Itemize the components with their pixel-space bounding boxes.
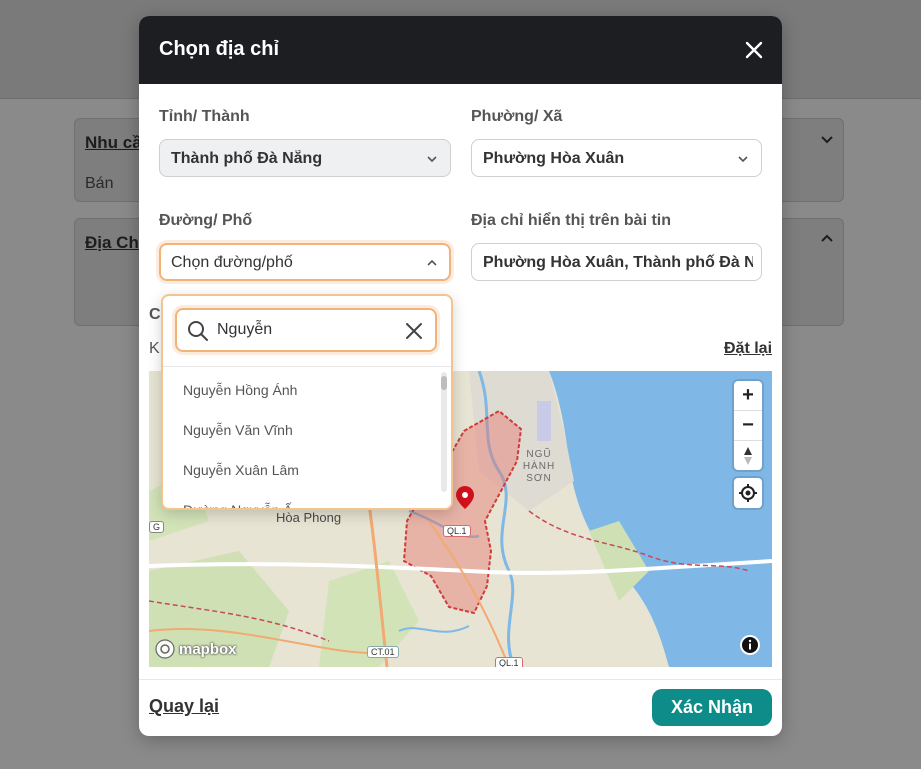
street-option[interactable]: Nguyễn Xuân Lâm <box>183 462 299 478</box>
card-subtitle-needs: Bán <box>85 175 114 192</box>
chevron-up-icon <box>427 259 437 266</box>
ward-value: Phường Hòa Xuân <box>483 150 625 167</box>
province-label: Tỉnh/ Thành <box>159 108 250 125</box>
clear-icon[interactable] <box>405 322 423 340</box>
coordinates-sublabel: K <box>149 340 160 357</box>
crosshair-icon <box>739 484 757 502</box>
modal-title: Chọn địa chỉ <box>159 38 279 60</box>
display-address-input[interactable]: Phường Hòa Xuân, Thành phố Đà Nẵ <box>471 243 762 281</box>
street-search-input[interactable]: Nguyễn <box>175 308 437 352</box>
modal-header: Chọn địa chỉ <box>139 16 782 84</box>
urban-block <box>537 401 551 441</box>
compass-icon <box>744 447 752 465</box>
street-dropdown: Nguyễn Nguyễn Hồng Ánh Nguyễn Văn Vĩnh N… <box>161 294 453 510</box>
card-title-address: Địa Ch <box>85 233 139 252</box>
search-value: Nguyễn <box>217 321 273 338</box>
ward-label: Phường/ Xã <box>471 108 563 125</box>
geolocate-button[interactable] <box>734 478 762 507</box>
zoom-in-button[interactable]: + <box>734 381 762 410</box>
info-icon[interactable] <box>739 634 761 656</box>
map-road-label: QL.1 <box>495 657 523 667</box>
chevron-up-icon <box>821 234 833 242</box>
map-road-label: QL.1 <box>443 525 471 537</box>
display-address-value: Phường Hòa Xuân, Thành phố Đà Nẵ <box>483 254 753 271</box>
coordinates-label: C <box>149 306 161 323</box>
ward-select[interactable]: Phường Hòa Xuân <box>471 139 762 177</box>
street-option[interactable]: Nguyễn Văn Vĩnh <box>183 422 293 438</box>
map-label-area: NGŨ HÀNH SƠN <box>522 449 556 484</box>
chevron-down-icon <box>427 156 437 163</box>
zoom-out-button[interactable]: − <box>734 410 762 440</box>
street-label: Đường/ Phố <box>159 212 253 229</box>
close-icon[interactable] <box>742 38 766 62</box>
street-select[interactable]: Chọn đường/phố <box>159 243 451 281</box>
mapbox-icon <box>155 639 175 659</box>
mapbox-text: mapbox <box>179 640 237 658</box>
map-label-place: Hòa Phong <box>276 510 342 525</box>
compass-button[interactable] <box>734 440 762 470</box>
geolocate-control <box>734 478 762 508</box>
province-value: Thành phố Đà Nẵng <box>171 150 323 167</box>
back-link[interactable]: Quay lại <box>149 696 219 717</box>
chevron-down-icon <box>738 156 748 163</box>
display-address-label: Địa chỉ hiển thị trên bài tin <box>471 212 672 229</box>
card-title-needs: Nhu cầ <box>85 133 142 152</box>
scrollbar-thumb[interactable] <box>441 376 447 390</box>
street-placeholder: Chọn đường/phố <box>171 254 293 271</box>
footer-divider <box>139 679 782 680</box>
reset-link[interactable]: Đặt lại <box>724 340 772 358</box>
zoom-controls: + − <box>734 381 762 470</box>
street-option[interactable]: Đường Nguyễn Ấ <box>183 502 293 508</box>
map-road-label: G <box>149 521 165 533</box>
address-modal: Chọn địa chỉ Tỉnh/ Thành Thành phố Đà Nẵ… <box>139 16 782 736</box>
map-road-label: CT.01 <box>367 646 399 658</box>
mapbox-logo[interactable]: mapbox <box>155 639 237 659</box>
street-option[interactable]: Nguyễn Hồng Ánh <box>183 382 297 398</box>
confirm-button[interactable]: Xác Nhận <box>652 689 772 726</box>
dropdown-scrollbar[interactable] <box>441 372 447 492</box>
province-select[interactable]: Thành phố Đà Nẵng <box>159 139 451 177</box>
dropdown-divider <box>163 366 451 367</box>
chevron-down-icon <box>821 136 833 144</box>
search-icon <box>188 321 208 341</box>
